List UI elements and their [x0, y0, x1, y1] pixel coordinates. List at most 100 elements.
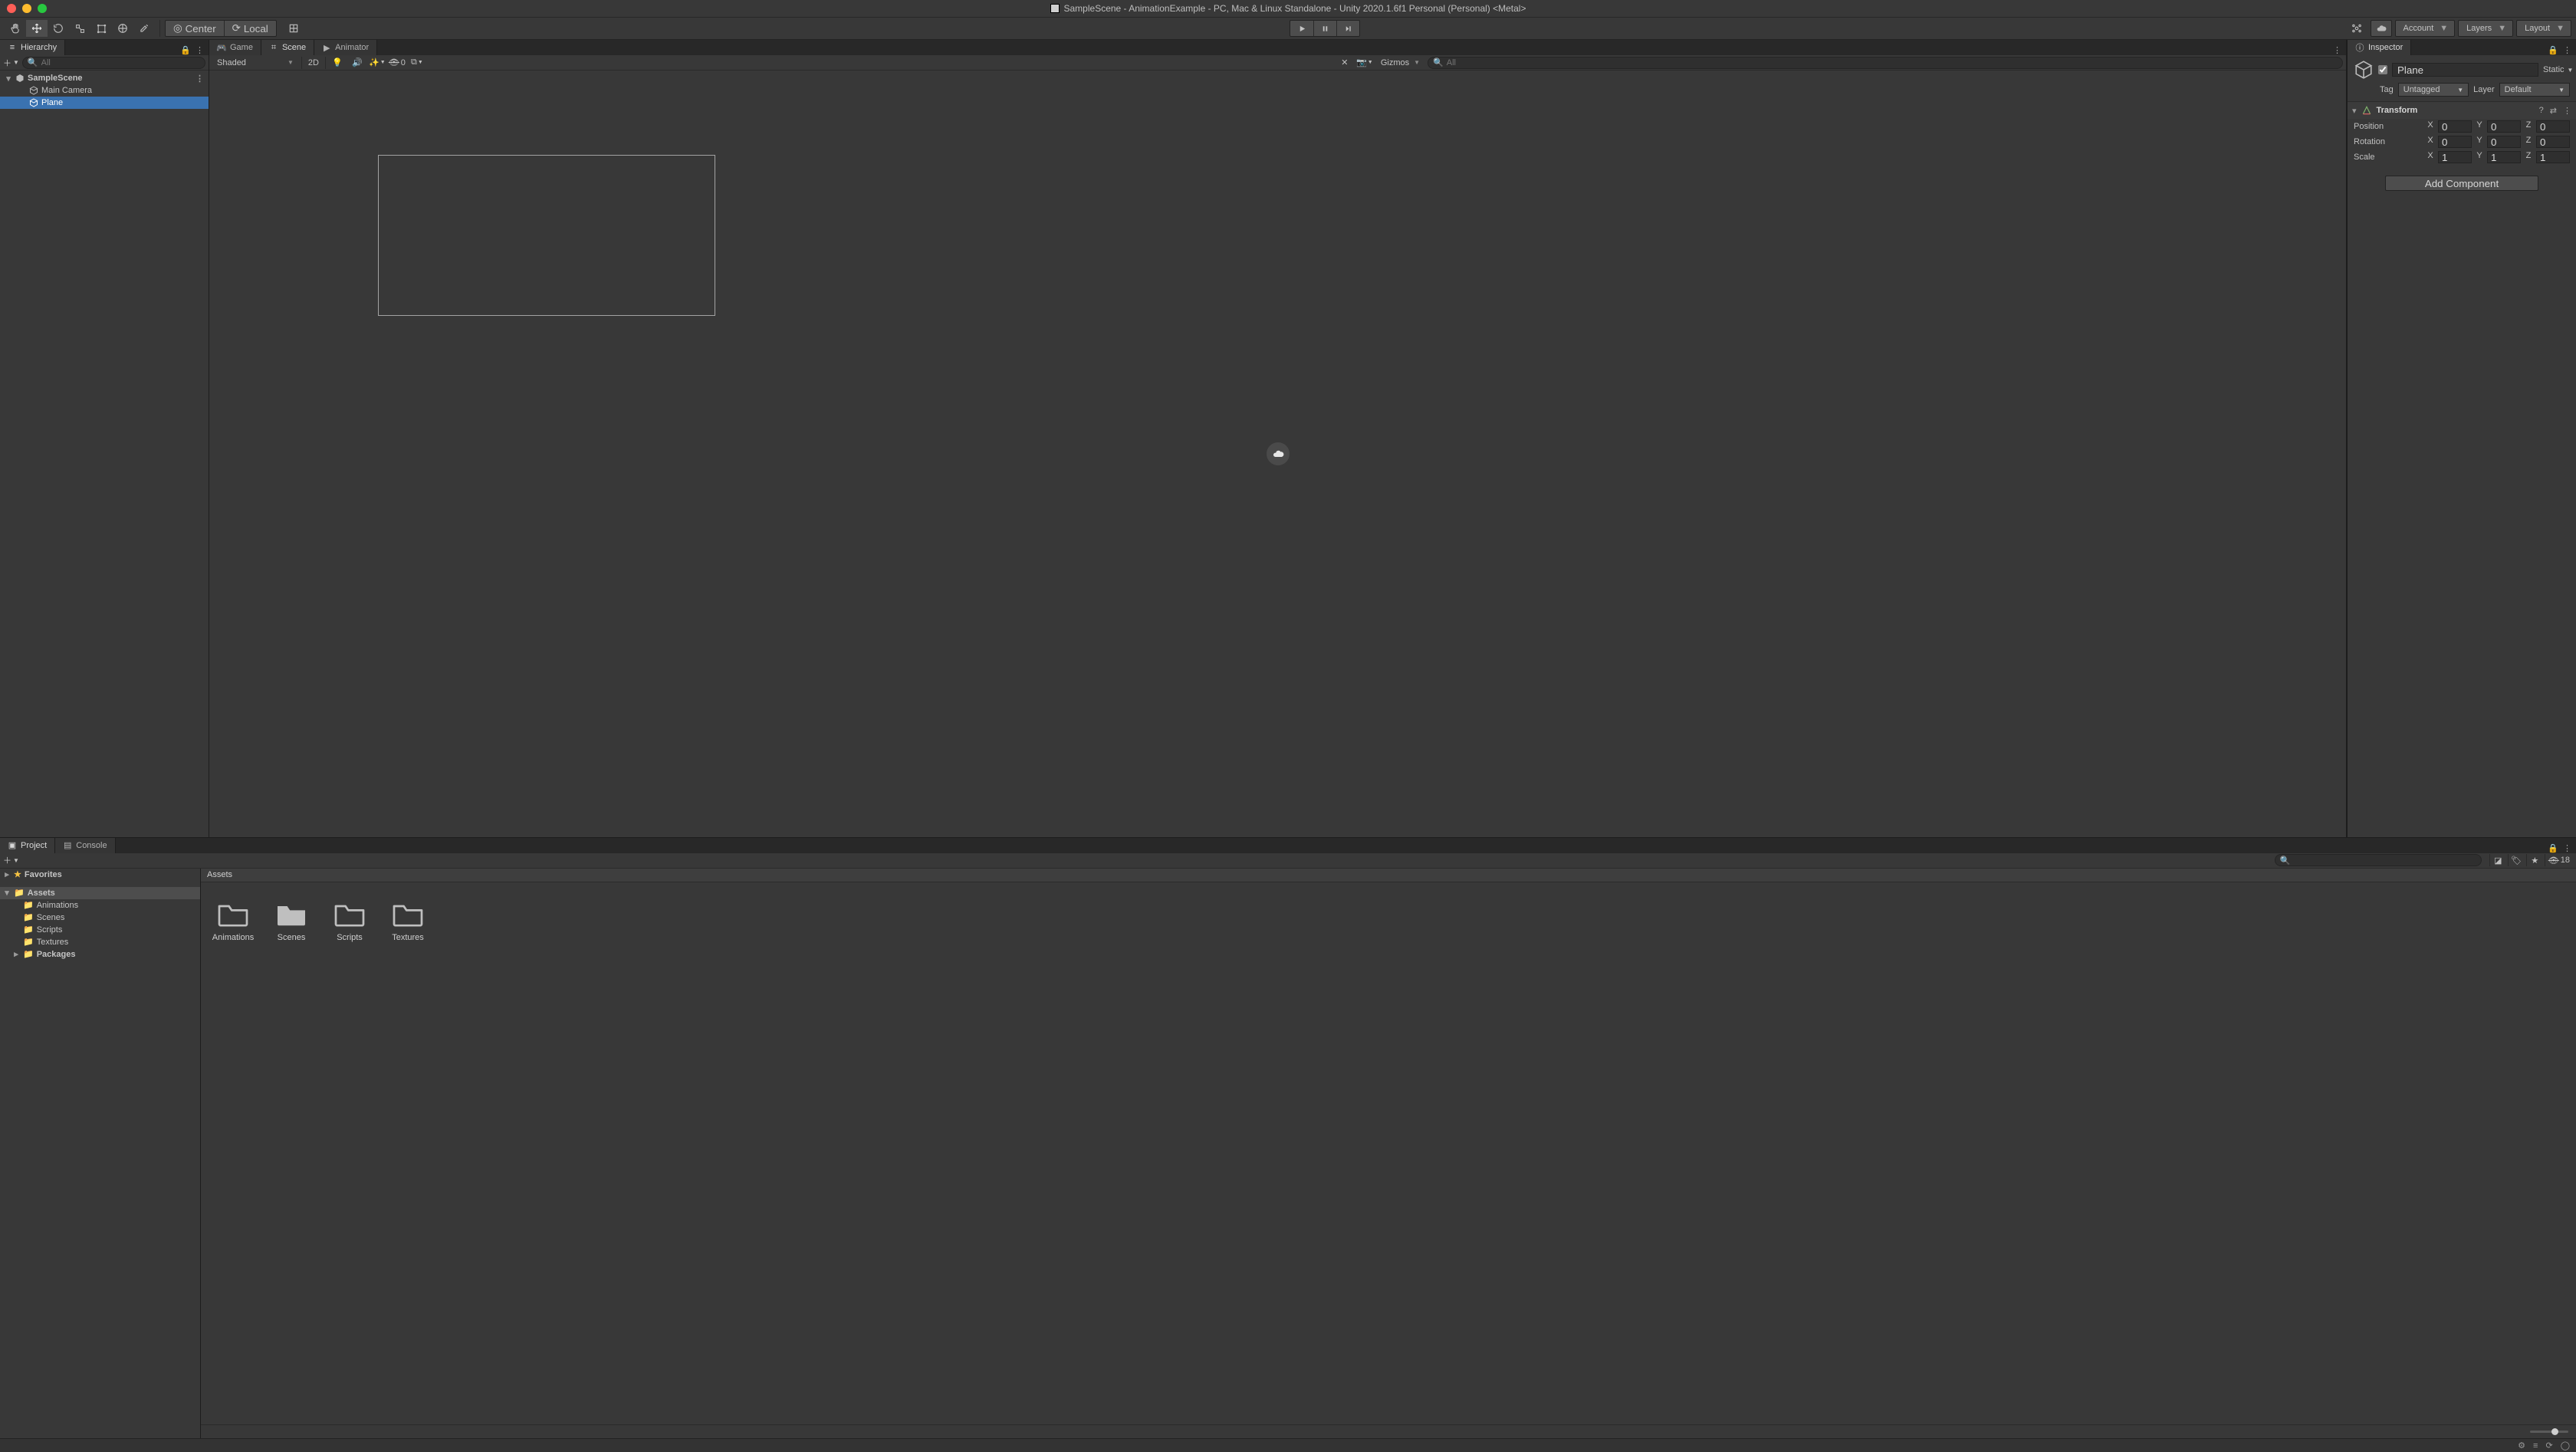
component-menu-icon[interactable]: ⋮ — [2563, 106, 2571, 116]
console-tab[interactable]: ▤Console — [55, 838, 115, 853]
grid-snap-button[interactable] — [283, 20, 304, 37]
scene-tools-button[interactable]: ✕ — [1336, 56, 1353, 70]
hidden-packages-button[interactable]: 👁18 — [2545, 854, 2573, 866]
project-folder-item[interactable]: Scenes — [271, 899, 311, 942]
inspector-tab[interactable]: ⓘInspector — [2348, 40, 2411, 55]
scene-search[interactable]: 🔍 — [1428, 57, 2343, 69]
window-close-button[interactable] — [7, 4, 16, 13]
gizmos-dropdown[interactable]: Gizmos▼ — [1376, 58, 1424, 67]
scene-tab[interactable]: ⌗Scene — [261, 40, 314, 55]
scale-z-input[interactable] — [2536, 151, 2570, 163]
project-search-input[interactable] — [2293, 856, 2476, 865]
rotate-tool[interactable] — [48, 20, 69, 37]
hierarchy-item[interactable]: Plane — [0, 97, 209, 109]
position-y-input[interactable] — [2487, 120, 2521, 133]
search-by-type-button[interactable]: ◪ — [2489, 854, 2506, 866]
window-minimize-button[interactable] — [22, 4, 31, 13]
move-tool[interactable] — [26, 20, 48, 37]
hierarchy-item[interactable]: Main Camera — [0, 84, 209, 97]
status-icon[interactable]: ◯ — [2561, 1441, 2570, 1450]
camera-icon-gizmo[interactable] — [1267, 442, 1290, 465]
component-help-icon[interactable]: ? — [2539, 106, 2544, 116]
component-preset-icon[interactable]: ⇄ — [2550, 106, 2557, 116]
scene-search-input[interactable] — [1447, 58, 2338, 67]
hierarchy-create-dropdown[interactable]: ＋▼ — [3, 57, 19, 69]
grid-size-slider[interactable] — [2530, 1431, 2568, 1433]
hierarchy-search-input[interactable] — [41, 58, 200, 67]
save-search-button[interactable]: ★ — [2526, 854, 2543, 866]
scene-lighting-toggle[interactable]: 💡 — [329, 56, 346, 70]
account-dropdown[interactable]: Account▼ — [2395, 20, 2456, 37]
project-folder-item[interactable]: Scripts — [330, 899, 370, 942]
project-search[interactable]: 🔍 — [2275, 854, 2482, 866]
layer-dropdown[interactable]: Default▼ — [2499, 83, 2570, 97]
draw-mode-dropdown[interactable]: Shaded▼ — [212, 58, 298, 67]
add-component-button[interactable]: Add Component — [2385, 176, 2538, 191]
panel-menu-icon[interactable]: ⋮ — [2563, 843, 2571, 853]
window-zoom-button[interactable] — [38, 4, 47, 13]
status-icon[interactable]: ⟳ — [2545, 1441, 2552, 1450]
scene-audio-toggle[interactable]: 🔊 — [349, 56, 366, 70]
position-x-input[interactable] — [2438, 120, 2472, 133]
position-z-input[interactable] — [2536, 120, 2570, 133]
scene-menu-icon[interactable]: ⋮ — [196, 74, 204, 84]
rotation-z-input[interactable] — [2536, 136, 2570, 148]
game-tab[interactable]: 🎮Game — [209, 40, 261, 55]
favorites-row[interactable]: ▸★Favorites — [0, 869, 200, 881]
panel-menu-icon[interactable]: ⋮ — [2563, 45, 2571, 55]
project-folder-item[interactable]: Animations — [213, 899, 253, 942]
transform-tool[interactable] — [112, 20, 133, 37]
assets-row[interactable]: ▾📁Assets — [0, 887, 200, 899]
fold-icon[interactable]: ▾ — [2352, 106, 2357, 116]
rotation-mode-button[interactable]: ⟳Local — [224, 21, 276, 36]
layout-dropdown[interactable]: Layout▼ — [2516, 20, 2571, 37]
lock-icon[interactable]: 🔒 — [180, 45, 191, 55]
static-dropdown[interactable]: Static▼ — [2543, 65, 2573, 74]
rotation-x-input[interactable] — [2438, 136, 2472, 148]
scene-hidden-toggle[interactable]: 👁0 — [389, 56, 406, 70]
hierarchy-search[interactable]: 🔍 — [22, 57, 205, 69]
custom-editor-tool[interactable] — [133, 20, 155, 37]
project-breadcrumb[interactable]: Assets — [201, 869, 2576, 882]
scene-viewport[interactable] — [209, 71, 2346, 837]
project-tree-item[interactable]: 📁Scenes — [0, 912, 200, 924]
collab-button[interactable] — [2346, 20, 2367, 37]
project-tree-item[interactable]: 📁Scripts — [0, 924, 200, 936]
tag-dropdown[interactable]: Untagged▼ — [2398, 83, 2469, 97]
hierarchy-tab[interactable]: ≡Hierarchy — [0, 40, 65, 55]
scene-fx-dropdown[interactable]: ✨▼ — [369, 56, 386, 70]
hierarchy-scene-row[interactable]: ▾ SampleScene ⋮ — [0, 72, 209, 84]
layers-dropdown[interactable]: Layers▼ — [2458, 20, 2513, 37]
scale-tool[interactable] — [69, 20, 90, 37]
packages-row[interactable]: ▸📁Packages — [0, 948, 200, 961]
status-icon[interactable]: ≡ — [2533, 1441, 2538, 1450]
fold-icon[interactable]: ▾ — [5, 74, 12, 84]
search-by-label-button[interactable]: 🏷 — [2508, 854, 2525, 866]
gameobject-name-input[interactable] — [2392, 63, 2538, 77]
scene-camera-button[interactable]: 📷▼ — [1356, 56, 1373, 70]
panel-menu-icon[interactable]: ⋮ — [2333, 45, 2341, 55]
project-tree-item[interactable]: 📁Textures — [0, 936, 200, 948]
project-tab[interactable]: ▣Project — [0, 838, 55, 853]
animator-tab[interactable]: ▶Animator — [314, 40, 377, 55]
scene-camera-dropdown[interactable]: ⧉▼ — [409, 56, 426, 70]
cloud-button[interactable] — [2371, 20, 2392, 37]
panel-menu-icon[interactable]: ⋮ — [196, 45, 204, 55]
project-tree-item[interactable]: 📁Animations — [0, 899, 200, 912]
step-button[interactable] — [1336, 21, 1359, 36]
scale-y-input[interactable] — [2487, 151, 2521, 163]
project-folder-item[interactable]: Textures — [388, 899, 428, 942]
play-button[interactable] — [1290, 21, 1313, 36]
lock-icon[interactable]: 🔒 — [2548, 45, 2558, 55]
status-icon[interactable]: ⚙ — [2518, 1441, 2525, 1450]
pause-button[interactable] — [1313, 21, 1336, 36]
project-create-dropdown[interactable]: ＋▼ — [3, 854, 19, 866]
pivot-mode-button[interactable]: ◎Center — [166, 21, 224, 36]
scale-x-input[interactable] — [2438, 151, 2472, 163]
scene-2d-toggle[interactable]: 2D — [305, 56, 322, 70]
rect-tool[interactable] — [90, 20, 112, 37]
project-grid[interactable]: Animations Scenes Scripts Textures — [201, 882, 2576, 1424]
hand-tool[interactable] — [5, 20, 26, 37]
rotation-y-input[interactable] — [2487, 136, 2521, 148]
gameobject-active-checkbox[interactable] — [2378, 65, 2387, 74]
